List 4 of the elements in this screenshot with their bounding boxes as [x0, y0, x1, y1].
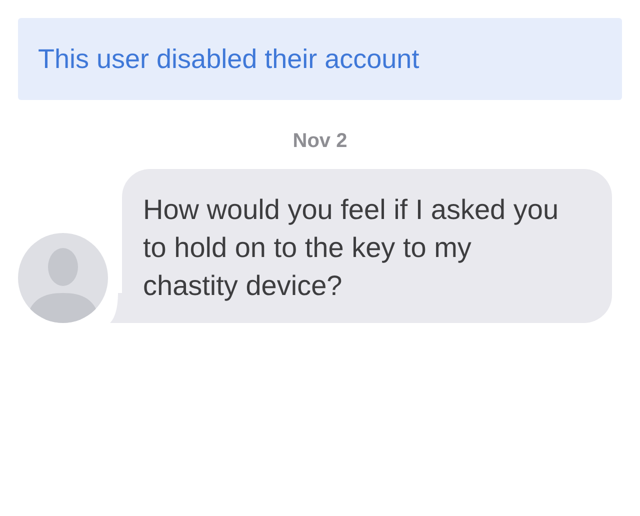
avatar-icon: [18, 233, 108, 323]
notice-text: This user disabled their account: [38, 44, 420, 74]
message-text: How would you feel if I asked you to hold on to the key to my chastity device?: [143, 193, 560, 303]
message-date: Nov 2: [292, 130, 348, 153]
